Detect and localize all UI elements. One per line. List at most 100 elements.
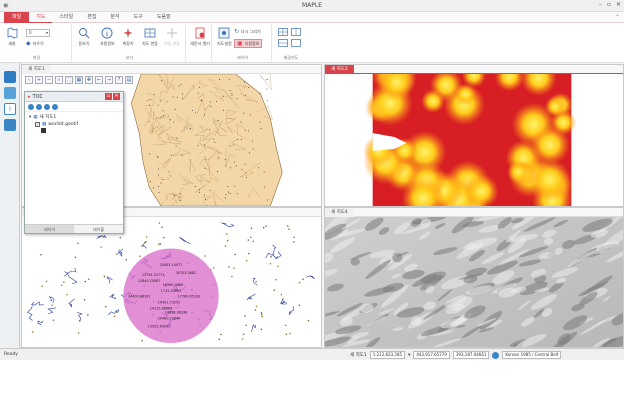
map-settings-button[interactable]: 지도설정 [217,27,232,47]
layers-dock-icon[interactable] [4,71,16,83]
layer-legend [29,128,119,133]
move-up-icon[interactable] [44,104,50,110]
info-dock-icon[interactable]: i [4,103,16,115]
sample-point [282,298,284,301]
tab-file[interactable]: 파일 [4,11,30,23]
place-marker [259,92,261,94]
buffer-map-view[interactable]: 24403.14077 30703.3882 13794.33771 12840.70… [22,217,321,347]
map-pane-2[interactable]: 새 지도2 [324,64,624,207]
tab-tools[interactable]: 도구 [127,12,150,23]
place-marker [243,81,245,83]
pan-tool-icon[interactable]: ✥ [85,76,93,84]
sample-point [119,237,122,239]
add-layer-icon[interactable] [28,104,34,110]
place-marker [208,129,210,131]
hillshade-view[interactable] [325,217,623,347]
tab-edit[interactable]: 편집 [80,12,103,23]
heatmap-view[interactable] [325,74,623,206]
place-marker [182,93,184,95]
coord-button[interactable]: ▣ 지원정보 [234,39,263,48]
erase-row[interactable]: ◆ 지우기 [26,40,44,47]
select-icon[interactable]: ▦ [75,76,83,84]
redraw-button[interactable]: ↻ 다시 그리기 [234,28,261,35]
ribbon-group-layer: 지도설정 ↻ 다시 그리기 ▣ 지원정보 레이어 [214,25,272,61]
info-button[interactable]: i 자원정보 [100,27,115,47]
close-icon[interactable]: ✕ [616,1,621,8]
layer-visibility-checkbox[interactable]: ✓ [35,122,40,127]
sample-point [158,222,161,224]
tab-table[interactable]: 테이블 [74,225,123,233]
tab-analysis[interactable]: 분석 [103,12,126,23]
tab-layers[interactable]: 레이어 [25,225,74,233]
sample-point [231,275,233,278]
zoom-window-icon[interactable]: ⌕ [55,76,63,84]
status-x-coord: 443,917.65779 [413,351,450,359]
pane-tab-4[interactable]: 새 지도4 [325,208,354,217]
identify-icon[interactable]: ? [115,76,123,84]
toc-close-icon[interactable]: ✕ [113,93,120,100]
measure-button[interactable]: 측정기 [122,27,134,47]
basemap-grid-icon[interactable] [278,28,288,36]
ribbon-collapse-icon[interactable]: ⌃ [615,14,620,21]
tab-help[interactable]: 도움말 [150,12,178,23]
full-extent-icon[interactable]: ⛶ [65,76,73,84]
toc-pin-icon[interactable]: ▫ [105,93,112,100]
maximize-icon[interactable]: ▫ [607,1,611,8]
zoom-out-icon[interactable]: − [45,76,53,84]
basemap-split-icon[interactable] [291,28,301,36]
status-crs[interactable]: Korean 1985 / Central Belt [502,351,562,359]
title-bar: ⛯ MAPLE – ▫ ✕ [0,0,624,12]
basemap-single-icon[interactable] [291,39,301,47]
pan-link-button[interactable]: 이동 연동 [164,27,180,47]
tree-root[interactable]: ▾ ▦ 새 지도1 [29,114,119,121]
buffer-point-map: 24403.14077 30703.3882 13794.33771 12840.70… [22,217,321,347]
map-toolbar: ‹ + − ⌕ ⛶ ▦ ✥ ← → ? ▤ [25,76,133,84]
sample-point [116,311,118,313]
next-extent-icon[interactable]: → [105,76,113,84]
status-scale[interactable]: 1:212,823,585 [369,351,406,359]
zoom-in-icon[interactable]: + [35,76,43,84]
sample-point [159,243,162,245]
map-link-button[interactable]: 지도 연동 [142,27,158,47]
remove-layer-icon[interactable] [36,104,42,110]
minimize-icon[interactable]: – [599,1,602,8]
map-pane-4[interactable]: 새 지도4 [324,207,624,348]
place-marker [179,196,181,198]
new-doc-icon [194,27,206,39]
status-y-coord: 393,187.04661 [452,351,490,359]
sample-point [269,263,272,265]
sample-point [144,241,146,243]
sample-point [298,304,300,307]
sample-point [31,331,34,333]
catalog-dock-icon[interactable] [4,87,16,99]
basemap-hsplit-icon[interactable] [278,39,288,47]
expand-icon[interactable]: ▾ [29,114,31,121]
sample-point [302,278,304,280]
new-map-button[interactable]: 새창 [6,27,18,47]
table-dock-icon[interactable] [4,119,16,131]
hillshade-raster [325,217,623,347]
place-marker [200,100,202,102]
new-doc-button[interactable]: 새문서 열기 [190,27,210,47]
print-icon[interactable]: ▤ [125,76,133,84]
tab-style[interactable]: 스타일 [52,12,80,23]
magnifier-button[interactable]: 돋보기 [78,27,90,47]
place-marker [229,192,231,194]
place-marker [163,115,165,116]
toc-header[interactable]: ▸ TOC ▫ ✕ [25,92,123,102]
toc-panel[interactable]: ▸ TOC ▫ ✕ ▾ ▦ 새 지도1 ✓ ▦ worldit.geotif 레… [24,91,124,234]
back-icon[interactable]: ‹ [25,76,33,84]
place-marker [259,121,261,123]
place-marker [228,191,230,193]
scale-dropdown-icon[interactable]: ▾ [408,353,410,358]
place-marker [213,138,215,140]
layer-item[interactable]: ✓ ▦ worldit.geotif [29,121,119,128]
tab-map[interactable]: 지도 [29,12,53,23]
pane-tab-2[interactable]: 새 지도2 [325,65,354,74]
crs-icon[interactable] [492,351,500,359]
move-down-icon[interactable] [52,104,58,110]
place-marker [217,120,219,122]
previous-extent-icon[interactable]: ← [95,76,103,84]
pane-tab-1[interactable]: 새 지도1 [22,65,51,74]
zoom-combo[interactable]: 0 [26,29,50,37]
